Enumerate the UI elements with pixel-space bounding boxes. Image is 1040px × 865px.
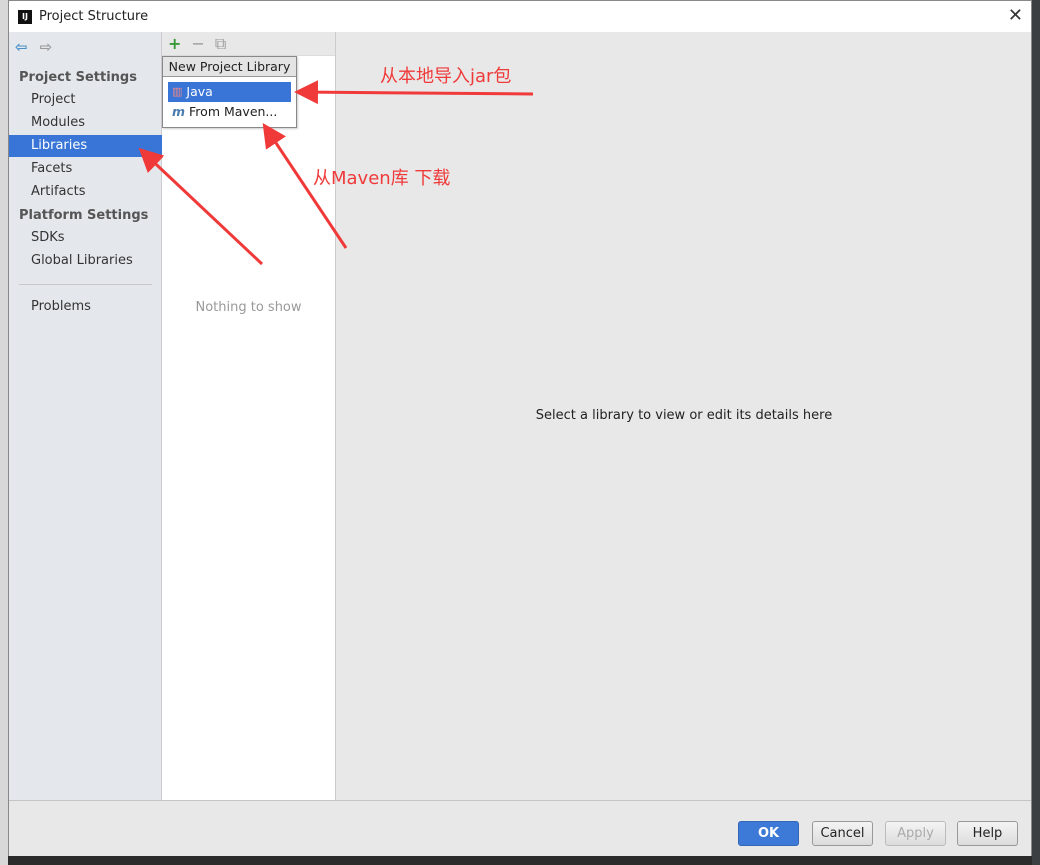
popup-item-label: From Maven... bbox=[189, 104, 278, 119]
library-books-icon: ▥ bbox=[172, 85, 183, 98]
list-toolbar: + − ⧉ bbox=[162, 32, 335, 56]
apply-button[interactable]: Apply bbox=[885, 821, 946, 846]
background-editor bbox=[1032, 0, 1040, 865]
sidebar: ⇦ ⇨ Project Settings Project Modules Libr… bbox=[9, 32, 162, 800]
sidebar-item-artifacts[interactable]: Artifacts bbox=[9, 181, 162, 203]
copy-icon[interactable]: ⧉ bbox=[215, 34, 226, 54]
sidebar-item-project[interactable]: Project bbox=[9, 89, 162, 111]
new-library-popup: New Project Library ▥ Java m From Maven... bbox=[162, 56, 297, 128]
popup-item-java[interactable]: ▥ Java bbox=[168, 82, 291, 102]
project-structure-dialog: IJ Project Structure ✕ ⇦ ⇨ Project Settin… bbox=[8, 0, 1032, 856]
library-list: + − ⧉ Nothing to show bbox=[162, 32, 336, 800]
annotation-java: 从本地导入jar包 bbox=[380, 66, 512, 87]
section-platform-settings: Platform Settings bbox=[19, 208, 149, 223]
annotation-maven: 从Maven库 下载 bbox=[313, 168, 451, 189]
empty-text: Nothing to show bbox=[195, 300, 302, 315]
title-bar: IJ Project Structure ✕ bbox=[9, 1, 1031, 32]
back-arrow-icon[interactable]: ⇦ bbox=[15, 38, 28, 56]
maven-m-icon: m bbox=[172, 104, 186, 119]
help-button[interactable]: Help bbox=[957, 821, 1018, 846]
button-bar: OK Cancel Apply Help bbox=[9, 800, 1031, 856]
close-icon[interactable]: ✕ bbox=[1008, 5, 1023, 26]
window-title: Project Structure bbox=[39, 9, 149, 24]
ok-button[interactable]: OK bbox=[738, 821, 799, 846]
section-project-settings: Project Settings bbox=[19, 70, 137, 85]
remove-icon[interactable]: − bbox=[191, 34, 204, 53]
sidebar-item-facets[interactable]: Facets bbox=[9, 158, 162, 180]
detail-hint: Select a library to view or edit its det… bbox=[535, 408, 833, 423]
sidebar-item-modules[interactable]: Modules bbox=[9, 112, 162, 134]
add-icon[interactable]: + bbox=[168, 34, 181, 53]
intellij-logo-icon: IJ bbox=[18, 9, 32, 24]
cancel-button[interactable]: Cancel bbox=[812, 821, 873, 846]
popup-header: New Project Library bbox=[163, 57, 296, 77]
background-left bbox=[0, 0, 8, 865]
sidebar-item-libraries[interactable]: Libraries bbox=[9, 135, 162, 157]
popup-item-label: Java bbox=[186, 84, 213, 99]
sidebar-item-problems[interactable]: Problems bbox=[9, 296, 162, 318]
forward-arrow-icon[interactable]: ⇨ bbox=[40, 38, 53, 56]
divider bbox=[19, 284, 152, 285]
popup-item-from-maven[interactable]: m From Maven... bbox=[168, 102, 291, 122]
sidebar-item-global-libraries[interactable]: Global Libraries bbox=[9, 250, 162, 272]
sidebar-item-sdks[interactable]: SDKs bbox=[9, 227, 162, 249]
detail-panel: Select a library to view or edit its det… bbox=[337, 32, 1031, 800]
